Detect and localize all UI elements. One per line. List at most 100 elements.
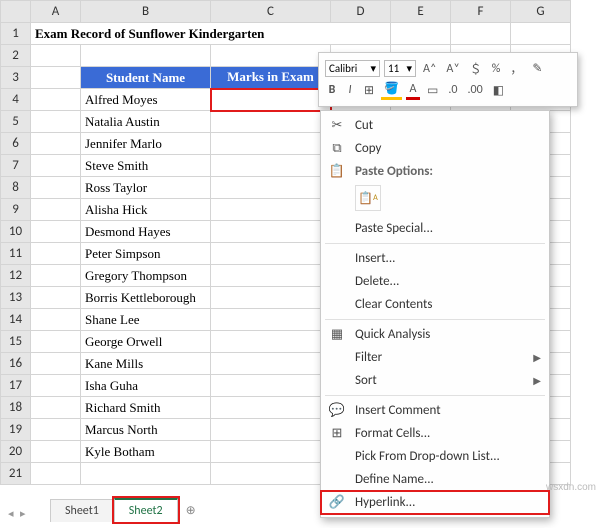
menu-insert-comment[interactable]: 💬Insert Comment xyxy=(321,399,549,422)
font-size-selector[interactable]: 11▾ xyxy=(384,60,416,77)
comma-button[interactable]: ， xyxy=(507,59,525,78)
row-header[interactable]: 3 xyxy=(1,67,31,89)
fill-color-button[interactable]: 🪣 xyxy=(381,80,402,100)
percent-button[interactable]: % xyxy=(489,61,504,77)
row-header[interactable]: 10 xyxy=(1,221,31,243)
row-header[interactable]: 20 xyxy=(1,441,31,463)
font-selector[interactable]: Calibri▾ xyxy=(325,60,380,77)
col-header-B[interactable]: B xyxy=(81,1,211,23)
tab-nav-arrows[interactable]: ◂ ▸ xyxy=(8,507,28,520)
table-cell[interactable]: Richard Smith xyxy=(81,397,211,419)
menu-label: Cut xyxy=(355,118,373,133)
table-cell[interactable] xyxy=(211,287,331,309)
row-header[interactable]: 15 xyxy=(1,331,31,353)
table-cell[interactable]: Borris Kettleborough xyxy=(81,287,211,309)
row-header[interactable]: 5 xyxy=(1,111,31,133)
table-cell[interactable] xyxy=(211,441,331,463)
menu-format-cells[interactable]: ⊞Format Cells... xyxy=(321,422,549,445)
table-cell[interactable] xyxy=(211,199,331,221)
col-header-C[interactable]: C xyxy=(211,1,331,23)
table-cell[interactable]: Ross Taylor xyxy=(81,177,211,199)
row-header[interactable]: 21 xyxy=(1,463,31,485)
row-header[interactable]: 11 xyxy=(1,243,31,265)
bold-button[interactable]: B xyxy=(325,82,339,98)
row-header[interactable]: 13 xyxy=(1,287,31,309)
row-header[interactable]: 7 xyxy=(1,155,31,177)
table-cell[interactable] xyxy=(211,265,331,287)
row-header[interactable]: 1 xyxy=(1,23,31,45)
row-header[interactable]: 4 xyxy=(1,89,31,111)
menu-paste-special[interactable]: Paste Special... xyxy=(321,217,549,240)
row-header[interactable]: 17 xyxy=(1,375,31,397)
decrease-decimal-button[interactable]: .0 xyxy=(445,82,460,98)
table-cell[interactable] xyxy=(211,177,331,199)
format-button[interactable]: ◧ xyxy=(490,82,507,99)
col-header-F[interactable]: F xyxy=(451,1,511,23)
new-sheet-button[interactable]: ⊕ xyxy=(178,499,204,522)
table-cell[interactable]: Kyle Botham xyxy=(81,441,211,463)
table-cell[interactable] xyxy=(211,155,331,177)
table-cell[interactable]: Kane Mills xyxy=(81,353,211,375)
table-cell[interactable] xyxy=(211,419,331,441)
menu-clear-contents[interactable]: Clear Contents xyxy=(321,293,549,316)
table-cell[interactable]: Steve Smith xyxy=(81,155,211,177)
row-header[interactable]: 6 xyxy=(1,133,31,155)
format-painter-icon[interactable]: ✎ xyxy=(529,60,545,77)
row-header[interactable]: 2 xyxy=(1,45,31,67)
table-cell[interactable] xyxy=(211,397,331,419)
border-button[interactable]: ⊞ xyxy=(361,82,377,99)
tab-sheet2[interactable]: Sheet2 xyxy=(114,498,178,522)
col-header-E[interactable]: E xyxy=(391,1,451,23)
menu-pick-dropdown[interactable]: Pick From Drop-down List... xyxy=(321,445,549,468)
table-cell[interactable]: Gregory Thompson xyxy=(81,265,211,287)
merge-button[interactable]: ▭ xyxy=(424,82,441,99)
menu-cut[interactable]: ✂Cut xyxy=(321,114,549,137)
table-cell[interactable]: Jennifer Marlo xyxy=(81,133,211,155)
increase-decimal-button[interactable]: .00 xyxy=(464,82,485,98)
menu-quick-analysis[interactable]: ▦Quick Analysis xyxy=(321,323,549,346)
menu-define-name[interactable]: Define Name... xyxy=(321,468,549,491)
font-color-button[interactable]: A xyxy=(406,81,420,100)
row-header[interactable]: 16 xyxy=(1,353,31,375)
table-cell[interactable]: Shane Lee xyxy=(81,309,211,331)
currency-button[interactable]: ＄ xyxy=(467,59,485,78)
table-cell[interactable]: Isha Guha xyxy=(81,375,211,397)
table-cell[interactable]: Natalia Austin xyxy=(81,111,211,133)
table-cell[interactable] xyxy=(211,221,331,243)
table-cell[interactable] xyxy=(211,331,331,353)
paste-default-button[interactable]: 📋A xyxy=(355,185,381,211)
table-cell[interactable]: George Orwell xyxy=(81,331,211,353)
col-header-A[interactable]: A xyxy=(31,1,81,23)
table-cell[interactable] xyxy=(211,375,331,397)
menu-filter[interactable]: Filter▶ xyxy=(321,346,549,369)
col-header-G[interactable]: G xyxy=(511,1,571,23)
shrink-font-button[interactable]: A˅ xyxy=(443,61,462,77)
row-header[interactable]: 9 xyxy=(1,199,31,221)
table-cell[interactable] xyxy=(211,309,331,331)
table-cell[interactable]: Peter Simpson xyxy=(81,243,211,265)
col-header-D[interactable]: D xyxy=(331,1,391,23)
menu-sort[interactable]: Sort▶ xyxy=(321,369,549,392)
row-header[interactable]: 18 xyxy=(1,397,31,419)
tab-sheet1[interactable]: Sheet1 xyxy=(50,499,114,522)
menu-insert[interactable]: Insert... xyxy=(321,247,549,270)
table-cell[interactable] xyxy=(211,111,331,133)
row-header[interactable]: 8 xyxy=(1,177,31,199)
table-cell[interactable]: Alisha Hick xyxy=(81,199,211,221)
select-all-corner[interactable] xyxy=(1,1,31,23)
table-cell[interactable]: Alfred Moyes xyxy=(81,89,211,111)
table-cell[interactable] xyxy=(211,243,331,265)
row-header[interactable]: 12 xyxy=(1,265,31,287)
row-header[interactable]: 14 xyxy=(1,309,31,331)
menu-hyperlink[interactable]: 🔗Hyperlink... xyxy=(321,491,549,514)
row-header[interactable]: 19 xyxy=(1,419,31,441)
table-cell[interactable] xyxy=(211,133,331,155)
menu-delete[interactable]: Delete... xyxy=(321,270,549,293)
grow-font-button[interactable]: A˄ xyxy=(420,61,439,77)
menu-copy[interactable]: ⧉Copy xyxy=(321,137,549,160)
table-cell[interactable] xyxy=(211,353,331,375)
table-cell[interactable]: Desmond Hayes xyxy=(81,221,211,243)
selected-cell[interactable] xyxy=(211,89,331,111)
italic-button[interactable]: I xyxy=(343,82,357,98)
table-cell[interactable]: Marcus North xyxy=(81,419,211,441)
